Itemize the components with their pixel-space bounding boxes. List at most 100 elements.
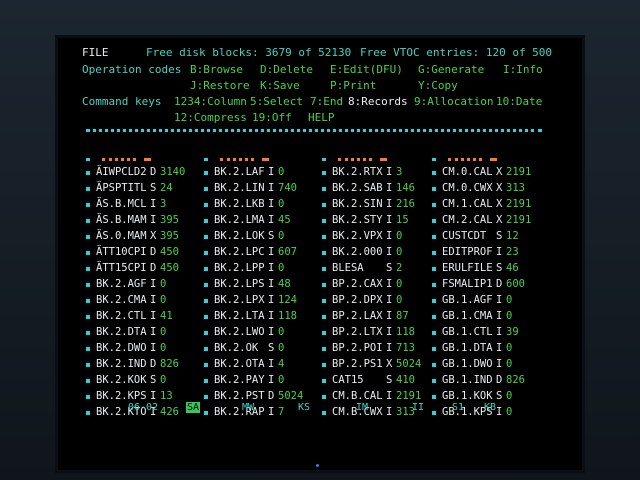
file-entry-row[interactable]: GB.1.IND D 826 [430, 374, 540, 390]
file-entry-row[interactable]: BP.2.CAX I 0 [320, 278, 430, 294]
file-entry-row[interactable]: BP.2.PS1 X 5024 [320, 358, 430, 374]
file-record-count: 0 [278, 374, 285, 386]
file-record-count: 395 [160, 230, 179, 242]
op-browse[interactable]: B:Browse [190, 63, 243, 76]
cmd-help[interactable]: HELP [308, 111, 335, 124]
file-entry-row[interactable]: BK.2.CTL I 41 [84, 310, 194, 326]
file-entry-row[interactable]: CM.2.CAL X 2191 [430, 214, 540, 230]
footer-kb[interactable]: KB [484, 402, 496, 413]
file-entry-row[interactable]: BK.2.OTA I 4 [202, 358, 312, 374]
op-print[interactable]: P:Print [330, 79, 376, 92]
op-info[interactable]: I:Info [503, 63, 543, 76]
file-entry-row[interactable]: CAT15 S 410 [320, 374, 430, 390]
file-entry-row[interactable]: BK.2.LKB I 0 [202, 198, 312, 214]
file-entry-row[interactable]: BK.2.KOK S 0 [84, 374, 194, 390]
file-entry-row[interactable]: ÄIWPCLD2 D 3140 [84, 166, 194, 182]
file-name: BK.2.PST [214, 390, 265, 402]
cmd-column[interactable]: 1234:Column [174, 95, 247, 108]
file-entry-row[interactable]: BK.2.PAY I 0 [202, 374, 312, 390]
file-entry-row[interactable]: BP.2.POI I 713 [320, 342, 430, 358]
file-entry-row[interactable]: GB.1.DWO I 0 [430, 358, 540, 374]
cmd-end[interactable]: 7:End [310, 95, 343, 108]
file-entry-row[interactable]: ERULFILE S 46 [430, 262, 540, 278]
file-entry-row[interactable]: ÄS.0.MAM X 395 [84, 230, 194, 246]
file-entry-row[interactable]: ÄTT15CPI D 450 [84, 262, 194, 278]
file-entry-row[interactable]: BK.2.LPP I 0 [202, 262, 312, 278]
file-name: BK.2.KOK [96, 374, 147, 386]
file-entry-row[interactable]: BK.2.RAP I 7 [202, 406, 312, 422]
file-name: CM.2.CAL [442, 214, 493, 226]
op-copy[interactable]: Y:Copy [418, 79, 458, 92]
cmd-compress[interactable]: 12:Compress [174, 111, 247, 124]
file-entry-row[interactable]: BK.2.PST D 5024 [202, 390, 312, 406]
footer-ii[interactable]: II [412, 402, 424, 413]
file-entry-row[interactable]: ÄTT10CPI D 450 [84, 246, 194, 262]
file-name: ÄTT15CPI [96, 262, 147, 274]
row-marker-icon [86, 219, 90, 223]
file-name: BK.2.DWO [96, 342, 147, 354]
file-entry-row[interactable]: BK.2.RTX I 3 [320, 166, 430, 182]
file-entry-row[interactable]: ÄS.B.MCL I 3 [84, 198, 194, 214]
file-entry-row[interactable]: ÄS.B.MAM I 395 [84, 214, 194, 230]
file-entry-row[interactable]: BK.2.LPS I 48 [202, 278, 312, 294]
file-entry-row[interactable]: BK.2.LWO I 0 [202, 326, 312, 342]
op-generate[interactable]: G:Generate [418, 63, 484, 76]
file-entry-row[interactable]: BK.2.IND D 826 [84, 358, 194, 374]
power-led-icon [316, 464, 319, 467]
file-entry-row[interactable]: BK.2.LMA I 45 [202, 214, 312, 230]
cmd-records[interactable]: 8:Records [348, 95, 408, 108]
file-entry-row[interactable]: BK.2.SIN I 216 [320, 198, 430, 214]
file-entry-row[interactable]: CM.0.CWX X 313 [430, 182, 540, 198]
cmd-select[interactable]: 5:Select [250, 95, 303, 108]
file-entry-row[interactable]: BK.2.DTA I 0 [84, 326, 194, 342]
op-restore[interactable]: J:Restore [190, 79, 250, 92]
cmd-off[interactable]: 19:Off [252, 111, 292, 124]
op-delete[interactable]: D:Delete [260, 63, 313, 76]
file-entry-row[interactable]: BK.2.LAF I 0 [202, 166, 312, 182]
op-save[interactable]: K:Save [260, 79, 300, 92]
file-entry-row[interactable]: GB.1.DTA I 0 [430, 342, 540, 358]
file-entry-row[interactable]: BP.2.LAX I 87 [320, 310, 430, 326]
file-entry-row[interactable]: BK.2.LPC I 607 [202, 246, 312, 262]
op-edit[interactable]: E:Edit(DFU) [330, 63, 403, 76]
file-entry-row[interactable]: BK.2.LTA I 118 [202, 310, 312, 326]
footer-sa-selected[interactable]: SA [186, 402, 201, 413]
footer-ks[interactable]: KS [298, 402, 310, 413]
file-entry-row[interactable]: GB.1.CTL I 39 [430, 326, 540, 342]
cmd-allocation[interactable]: 9:Allocation [414, 95, 493, 108]
file-entry-row[interactable]: BK.2.OK S 0 [202, 342, 312, 358]
file-entry-row[interactable]: CUSTCDT S 12 [430, 230, 540, 246]
file-record-count: 23 [506, 246, 519, 258]
file-entry-row[interactable]: BK.2.AGF I 0 [84, 278, 194, 294]
file-entry-row[interactable]: BK.2.000 I 0 [320, 246, 430, 262]
file-type-flag: I [386, 294, 393, 306]
file-entry-row[interactable]: BP.2.LTX I 118 [320, 326, 430, 342]
file-entry-row[interactable]: BK.2.CMA I 0 [84, 294, 194, 310]
file-entry-row[interactable]: BK.2.LPX I 124 [202, 294, 312, 310]
file-type-flag: I [150, 390, 157, 402]
file-record-count: 39 [506, 326, 519, 338]
file-entry-row[interactable]: BK.2.DWO I 0 [84, 342, 194, 358]
file-entry-row[interactable]: BK.2.LOK S 0 [202, 230, 312, 246]
file-entry-row[interactable]: ÄPSPTITL S 24 [84, 182, 194, 198]
file-entry-row[interactable]: FSMALIP1 D 600 [430, 278, 540, 294]
file-entry-row[interactable]: BK.2.STY I 15 [320, 214, 430, 230]
file-entry-row[interactable]: BK.2.LIN I 740 [202, 182, 312, 198]
file-entry-row[interactable]: BLESA S 2 [320, 262, 430, 278]
file-type-flag: S [496, 390, 503, 402]
file-entry-row[interactable]: EDITPROF I 23 [430, 246, 540, 262]
cmd-date[interactable]: 10:Date [496, 95, 542, 108]
file-type-flag: D [496, 278, 503, 290]
file-entry-row[interactable]: CM.0.CAL X 2191 [430, 166, 540, 182]
file-entry-row[interactable]: BK.2.SAB I 146 [320, 182, 430, 198]
footer-mw[interactable]: MW [242, 402, 254, 413]
file-entry-row[interactable]: CM.1.CAL X 2191 [430, 198, 540, 214]
file-name: BK.2.CMA [96, 294, 147, 306]
file-entry-row[interactable]: GB.1.AGF I 0 [430, 294, 540, 310]
footer-s1[interactable]: S1 [452, 402, 464, 413]
file-entry-row[interactable]: BP.2.DPX I 0 [320, 294, 430, 310]
file-entry-row[interactable]: BK.2.VPX I 0 [320, 230, 430, 246]
footer-im[interactable]: IM [356, 402, 368, 413]
row-marker-icon [86, 379, 90, 383]
file-entry-row[interactable]: GB.1.CMA I 0 [430, 310, 540, 326]
